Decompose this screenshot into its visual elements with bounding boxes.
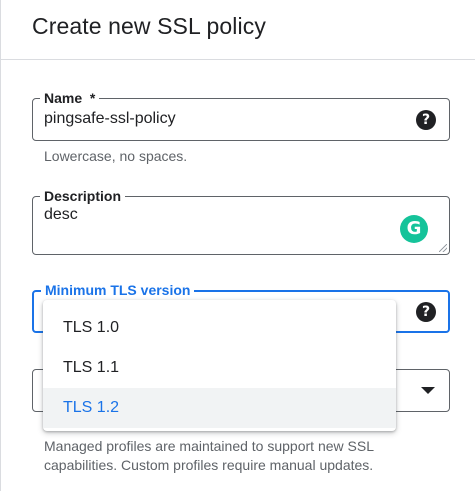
- help-icon[interactable]: ?: [416, 110, 436, 130]
- help-icon[interactable]: ?: [416, 302, 436, 322]
- name-label: Name *: [40, 89, 100, 107]
- description-input-value[interactable]: desc: [44, 206, 78, 224]
- name-hint: Lowercase, no spaces.: [44, 148, 188, 164]
- grammarly-icon[interactable]: G: [400, 215, 428, 243]
- name-input-value[interactable]: pingsafe-ssl-policy: [44, 110, 176, 128]
- panel-header: Create new SSL policy: [0, 0, 475, 60]
- tls-version-label: Minimum TLS version: [41, 281, 195, 299]
- name-field[interactable]: Name * pingsafe-ssl-policy ?: [32, 89, 450, 141]
- menu-item-tls-1-2[interactable]: TLS 1.2: [43, 388, 396, 428]
- description-label: Description: [40, 187, 126, 205]
- profile-hint: Managed profiles are maintained to suppo…: [44, 438, 374, 473]
- menu-item-tls-1-1[interactable]: TLS 1.1: [43, 348, 396, 388]
- chevron-down-icon[interactable]: [421, 387, 435, 394]
- description-field[interactable]: Description desc G: [32, 187, 450, 255]
- page-title: Create new SSL policy: [32, 13, 266, 39]
- tls-version-menu: TLS 1.0 TLS 1.1 TLS 1.2: [43, 300, 396, 431]
- resize-handle[interactable]: [439, 244, 447, 252]
- panel-left-border: [0, 0, 1, 491]
- menu-item-tls-1-0[interactable]: TLS 1.0: [43, 308, 396, 348]
